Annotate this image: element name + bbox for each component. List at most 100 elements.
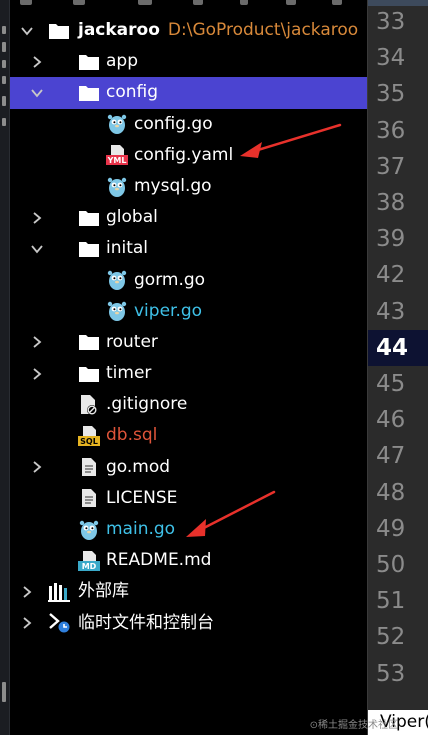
tree-item-label: mysql.go — [134, 175, 212, 196]
line-number: 48 — [376, 479, 406, 506]
folder-icon — [48, 15, 70, 46]
chevron-right-icon[interactable] — [30, 202, 44, 233]
project-name: jackaroo — [78, 20, 160, 40]
tree-row-app[interactable]: app — [10, 46, 367, 77]
chevron-right-icon[interactable] — [30, 358, 44, 389]
tree-row-config[interactable]: config — [10, 77, 367, 109]
line-number: 49 — [376, 515, 406, 542]
tree-row-go-mod[interactable]: go.mod — [10, 452, 367, 483]
tree-row-scratches-consoles[interactable]: 临时文件和控制台 — [10, 608, 367, 639]
project-tree: jackaroo D:\GoProduct\jackaroo app config c… — [10, 15, 367, 639]
line-number: 36 — [376, 117, 406, 144]
scratch-console-icon — [48, 608, 70, 639]
tree-row-license[interactable]: LICENSE — [10, 483, 367, 514]
tree-item-label: global — [106, 207, 158, 228]
tree-row-gitignore[interactable]: .gitignore — [10, 389, 367, 420]
folder-icon — [78, 358, 100, 389]
chevron-down-icon[interactable] — [20, 15, 34, 46]
tree-row-timer[interactable]: timer — [10, 358, 367, 389]
chevron-right-icon[interactable] — [30, 46, 44, 77]
tool-window-mark — [2, 76, 6, 84]
line-number: 38 — [376, 190, 406, 216]
tool-window-mark — [2, 118, 6, 126]
tree-item-label: 外部库 — [78, 581, 129, 602]
tool-window-mark — [2, 26, 6, 34]
folder-icon — [78, 233, 100, 264]
sql-file-icon: SQL — [78, 420, 100, 451]
gopher-icon — [106, 171, 128, 202]
folder-icon — [78, 327, 100, 358]
line-number: 42 — [376, 262, 406, 289]
tree-item-label: .gitignore — [106, 394, 188, 415]
tree-item-label: timer — [106, 363, 152, 384]
line-number: 45 — [376, 371, 406, 397]
chevron-right-icon[interactable] — [30, 452, 44, 483]
svg-text:YML: YML — [107, 156, 127, 165]
tool-window-mark — [2, 96, 6, 106]
chevron-down-icon[interactable] — [30, 233, 44, 264]
tree-item-label: router — [106, 331, 158, 352]
tree-item-label: 临时文件和控制台 — [78, 612, 214, 633]
tree-item-label: gorm.go — [134, 269, 206, 290]
tree-row-config-go[interactable]: config.go — [10, 109, 367, 140]
tree-item-label: go.mod — [106, 456, 171, 477]
tree-row-db-sql[interactable]: SQL db.sql — [10, 420, 367, 451]
tree-row-main-go[interactable]: main.go — [10, 514, 367, 545]
tree-row-readme-md[interactable]: MD README.md — [10, 545, 367, 576]
tree-item-label: config — [106, 82, 159, 103]
tree-row-project-root[interactable]: jackaroo D:\GoProduct\jackaroo — [10, 15, 367, 46]
folder-icon — [78, 202, 100, 233]
tree-row-inital[interactable]: inital — [10, 233, 367, 264]
line-number: 47 — [376, 443, 406, 470]
tree-row-config-yaml[interactable]: YML config.yaml — [10, 140, 367, 171]
line-number: 34 — [376, 45, 406, 72]
line-number: 51 — [376, 588, 406, 615]
tree-row-mysql-go[interactable]: mysql.go — [10, 171, 367, 202]
line-number: 33 — [376, 9, 406, 35]
tool-window-mark — [2, 42, 6, 52]
tree-item-label: config.go — [134, 113, 213, 134]
gopher-icon — [106, 109, 128, 140]
gopher-icon — [106, 296, 128, 327]
tree-item-label: config.yaml — [134, 144, 234, 165]
gitignore-file-icon — [78, 389, 100, 420]
svg-text:SQL: SQL — [80, 437, 98, 446]
line-number: 52 — [376, 624, 406, 651]
library-icon — [48, 576, 70, 607]
line-number: 37 — [376, 153, 406, 180]
tool-window-mark — [2, 60, 6, 68]
left-tool-strip — [0, 0, 10, 735]
line-number: 39 — [376, 226, 406, 253]
line-number: 53 — [376, 660, 406, 687]
tree-row-external-libraries[interactable]: 外部库 — [10, 576, 367, 607]
chevron-down-icon[interactable] — [30, 77, 44, 108]
gopher-icon — [106, 265, 128, 296]
text-file-icon — [78, 483, 100, 514]
line-number: 50 — [376, 552, 406, 578]
tree-row-viper-go[interactable]: viper.go — [10, 296, 367, 327]
tree-item-label: inital — [106, 238, 149, 259]
tree-item-label: app — [106, 51, 138, 72]
folder-icon — [78, 46, 100, 77]
tree-row-global[interactable]: global — [10, 202, 367, 233]
chevron-right-icon[interactable] — [30, 327, 44, 358]
line-number: 46 — [376, 407, 406, 434]
line-number: 35 — [376, 81, 406, 108]
tree-item-label: README.md — [106, 550, 212, 571]
yaml-file-icon: YML — [106, 140, 128, 171]
current-line-number: 44 — [368, 329, 428, 366]
chevron-right-icon[interactable] — [20, 576, 34, 607]
line-number: 43 — [376, 298, 406, 325]
chevron-right-icon[interactable] — [20, 608, 34, 639]
editor-gutter: 33 34 35 36 37 38 39 42 43 44 45 46 47 48 49 50 51 52 53 Vi… — [367, 0, 428, 735]
tree-row-gorm-go[interactable]: gorm.go — [10, 265, 367, 296]
svg-text:MD: MD — [82, 562, 97, 571]
tree-item-label: viper.go — [134, 300, 203, 321]
tree-item-label: LICENSE — [106, 487, 178, 508]
watermark-logo: ⊙稀土掘金技术社区 — [309, 720, 398, 731]
tree-row-router[interactable]: router — [10, 327, 367, 358]
tree-item-label: db.sql — [106, 425, 158, 446]
toolbar-edge — [18, 0, 363, 6]
project-name-label: jackaroo D:\GoProduct\jackaroo — [78, 15, 358, 46]
tool-window-mark — [2, 682, 6, 702]
